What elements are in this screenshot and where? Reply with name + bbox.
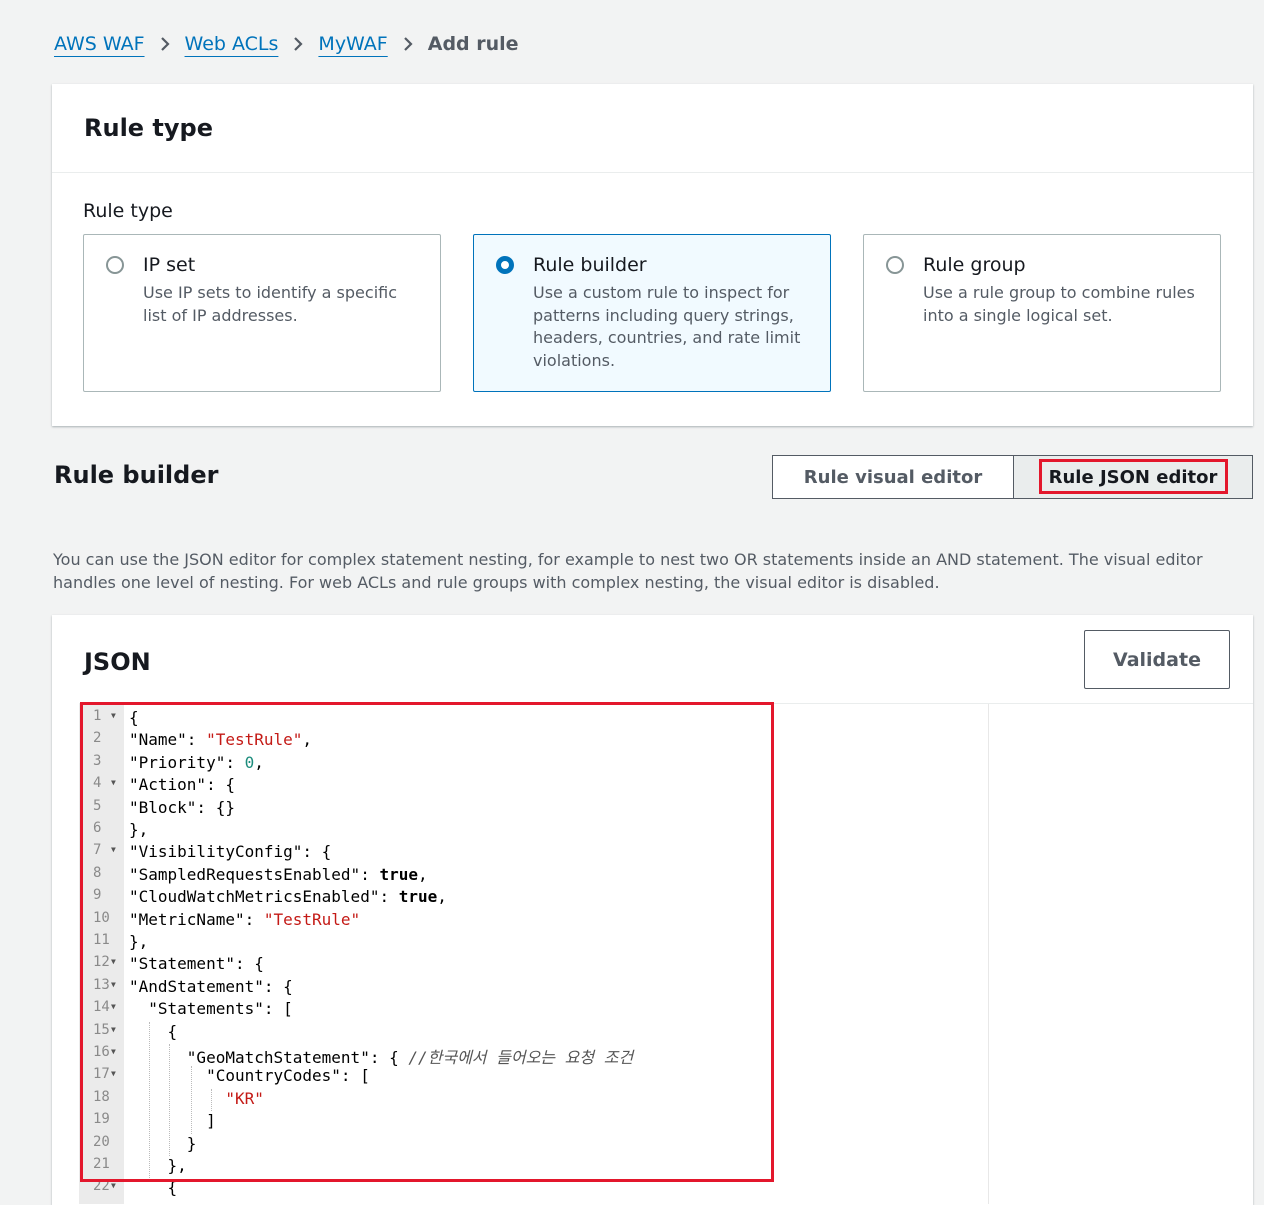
line-number-text: 3 [93,752,102,769]
code-line: { [129,708,139,727]
line-number-text: 12 [93,954,110,971]
code-line: { [129,1178,178,1198]
fold-arrow-icon[interactable]: ▼ [111,1069,116,1078]
line-number-text: 21 [93,1156,110,1172]
line-number-text: 7 [93,842,102,859]
rule-json-editor-button[interactable]: Rule JSON editor [1014,455,1253,499]
rule-type-heading: Rule type [84,114,213,142]
chevron-right-icon [292,36,304,52]
fold-arrow-icon[interactable]: ▼ [111,778,116,787]
json-heading: JSON [84,648,151,676]
code-line: "CountryCodes": [ [129,1066,370,1086]
code-line: "Priority": 0, [129,752,264,772]
option-description: Use IP sets to identify a specific list … [143,283,398,325]
annotation-highlight-box [1039,459,1228,494]
fold-arrow-icon[interactable]: ▼ [111,711,116,720]
line-number-text: 10 [93,909,110,926]
chevron-right-icon [159,36,171,52]
code-line: "MetricName": "TestRule" [129,909,361,929]
json-code-editor[interactable]: 1 ▼ {2 "Name": "TestRule", 3 "Priority": 0, 4 ▼… [79,703,1253,1204]
json-panel: JSON Validate 1 ▼ {2 "Name": "TestRule", 3 "P… [52,615,1253,1205]
radio-button-rule-group[interactable] [886,256,904,274]
line-number-text: 5 [93,797,102,814]
breadcrumb-link-mywaf[interactable]: MyWAF [318,33,387,55]
rule-type-panel-header: Rule type [52,84,1253,173]
indent-guide [169,1044,171,1156]
rule-builder-description: You can use the JSON editor for complex … [53,550,1203,592]
code-line: "CloudWatchMetricsEnabled": true, [129,887,447,907]
code-line: "GeoMatchStatement": { //한국에서 들어오는 요청 조건 [129,1048,634,1067]
line-number-text: 1 [93,708,102,724]
rule-visual-editor-button[interactable]: Rule visual editor [772,455,1014,499]
option-title: Rule builder [533,254,647,276]
fold-arrow-icon[interactable]: ▼ [111,1047,116,1056]
code-line: "AndStatement": { [129,976,293,996]
option-title: Rule group [923,254,1026,276]
code-line: "Block": {} [129,797,235,817]
option-description: Use a custom rule to inspect for pattern… [533,283,801,370]
code-line: }, [129,1156,187,1175]
fold-arrow-icon[interactable]: ▼ [111,1025,116,1034]
fold-arrow-icon[interactable]: ▼ [111,1181,116,1190]
line-number-text: 11 [93,932,110,948]
rule-builder-heading: Rule builder [54,461,219,489]
rule-type-field-label: Rule type [83,200,173,222]
fold-arrow-icon[interactable]: ▼ [111,957,116,966]
line-number-text: 19 [93,1111,110,1128]
line-number-text: 18 [93,1088,110,1105]
line-number-text: 4 [93,775,102,792]
line-number-text: 6 [93,820,102,836]
option-title: IP set [143,254,196,276]
breadcrumb-link-web-acls[interactable]: Web ACLs [185,33,279,55]
rule-type-panel: Rule type Rule type IP set Use IP sets t… [52,84,1253,426]
code-line: "Statements": [ [129,999,293,1019]
line-number-text: 16 [93,1044,110,1060]
line-number-text: 8 [93,864,102,881]
line-number-text: 13 [93,976,110,993]
rule-type-option-rule-builder[interactable]: Rule builder Use a custom rule to inspec… [473,234,831,392]
rule-type-option-rule-group[interactable]: Rule group Use a rule group to combine r… [863,234,1221,392]
line-number-text: 22 [93,1178,110,1195]
code-line: "SampledRequestsEnabled": true, [129,864,428,884]
indent-guide [211,1088,213,1112]
radio-button-ip-set[interactable] [106,256,124,274]
radio-button-rule-builder[interactable] [496,256,514,274]
print-margin-line [988,704,989,1204]
line-number-text: 14 [93,999,110,1016]
line-number-text: 20 [93,1133,110,1150]
fold-arrow-icon[interactable]: ▼ [111,1002,116,1011]
line-number-text: 17 [93,1066,110,1083]
code-line: { [129,1021,178,1041]
code-line: ] [129,1111,216,1131]
line-number-text: 9 [93,887,102,904]
option-description: Use a rule group to combine rules into a… [923,283,1195,325]
validate-button[interactable]: Validate [1084,630,1230,689]
code-line: } [129,1133,197,1153]
code-line: "VisibilityConfig": { [129,842,332,862]
breadcrumb: AWS WAF Web ACLs MyWAF Add rule [54,30,519,58]
code-line: "Name": "TestRule", [129,730,313,750]
fold-arrow-icon[interactable]: ▼ [111,845,116,854]
breadcrumb-current: Add rule [427,33,519,55]
line-number-text: 2 [93,730,102,747]
code-line: "Action": { [129,775,235,795]
chevron-right-icon [402,36,414,52]
breadcrumb-link-aws-waf[interactable]: AWS WAF [54,33,145,55]
indent-guide [149,1021,151,1179]
rule-type-option-ip-set[interactable]: IP set Use IP sets to identify a specifi… [83,234,441,392]
code-line: }, [129,932,149,951]
editor-mode-segmented-control: Rule visual editor Rule JSON editor [772,455,1253,499]
line-number-text: 15 [93,1021,110,1038]
code-line: }, [129,820,149,839]
fold-arrow-icon[interactable]: ▼ [111,980,116,989]
indent-guide [191,1066,193,1134]
code-line: "Statement": { [129,954,264,974]
